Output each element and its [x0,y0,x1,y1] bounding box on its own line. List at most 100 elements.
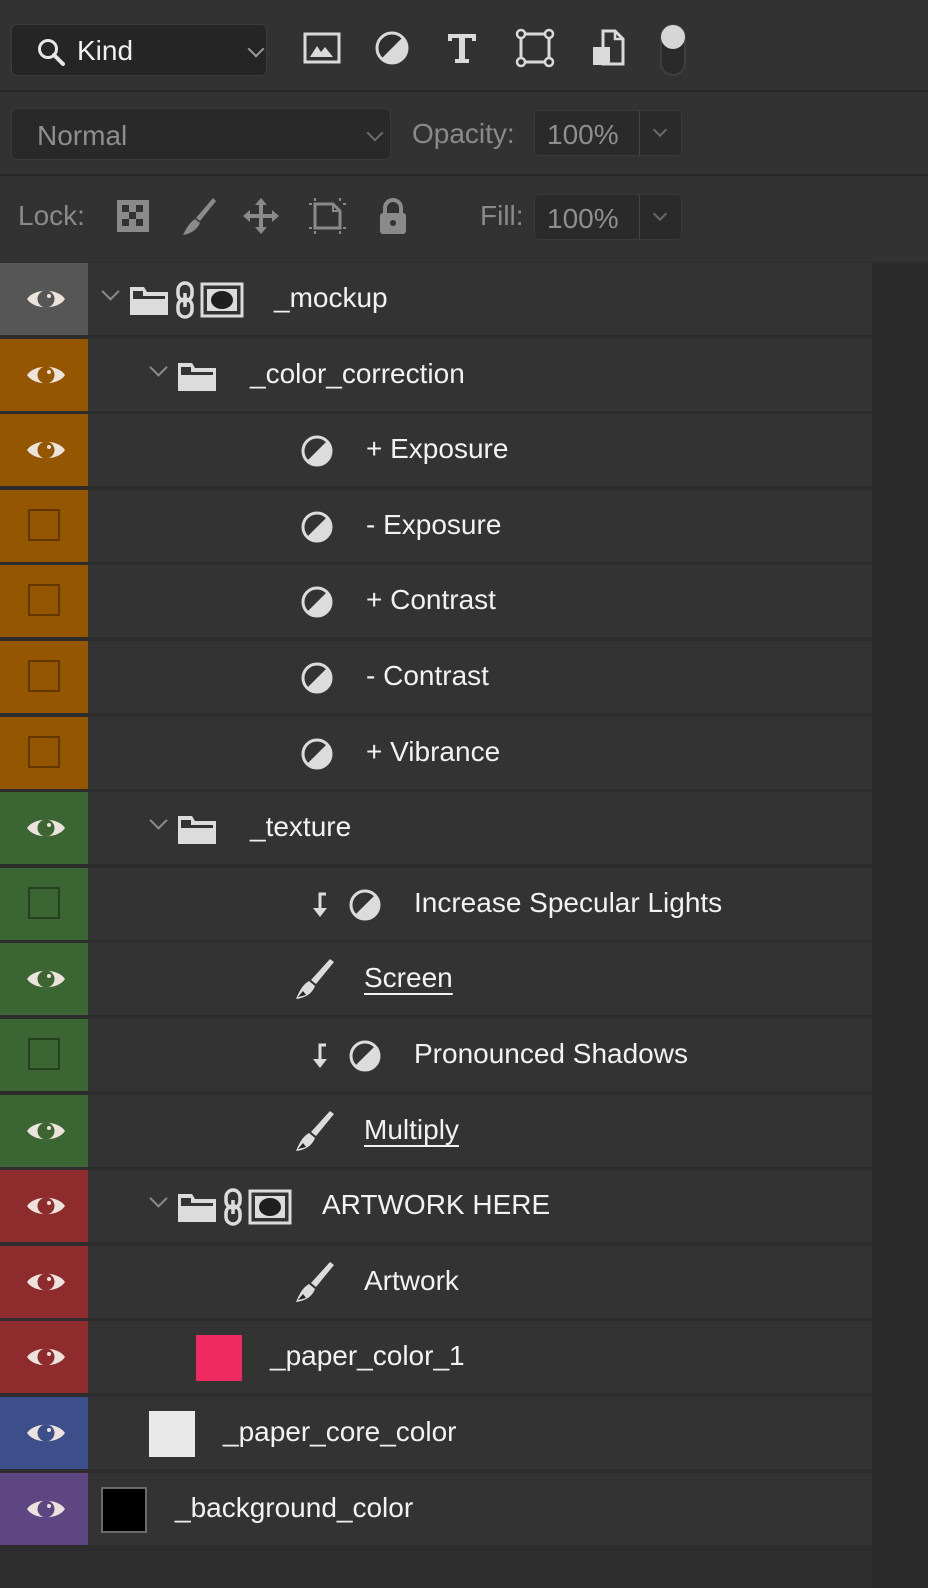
link-icon[interactable] [174,280,196,325]
visibility-toggle[interactable] [0,716,88,789]
layer-row[interactable]: + Vibrance [0,716,872,790]
layer-row[interactable]: _color_correction [0,338,872,412]
layer-name[interactable]: - Contrast [366,660,489,692]
color-fill-thumbnail[interactable] [196,1335,242,1382]
folder-icon [176,359,218,398]
layer-name[interactable]: + Contrast [366,584,496,616]
layers-scrollbar-track[interactable] [872,263,928,1588]
layer-name[interactable]: Multiply [364,1114,459,1146]
lock-image-pixels-icon[interactable] [180,196,220,236]
layer-row[interactable]: + Contrast [0,565,872,639]
fill-label: Fill: [480,200,524,231]
folder-icon [176,1190,218,1229]
layer-row[interactable]: _background_color [0,1472,872,1546]
layer-name[interactable]: _background_color [175,1492,413,1524]
type-layer-filter-icon[interactable] [442,28,482,68]
visibility-toggle[interactable] [0,943,88,1016]
layer-row[interactable]: Pronounced Shadows [0,1018,872,1092]
color-fill-thumbnail[interactable] [101,1486,147,1533]
visibility-toggle[interactable] [0,489,88,562]
layer-row[interactable]: _texture [0,792,872,866]
layer-name[interactable]: _paper_core_color [223,1416,457,1448]
layer-name[interactable]: Screen [364,962,453,994]
layer-name[interactable]: ARTWORK HERE [322,1189,550,1221]
opacity-field[interactable]: 100% [534,110,682,156]
layer-mask-thumbnail[interactable] [200,282,244,323]
eye-icon [27,1273,65,1291]
visibility-toggle[interactable] [0,640,88,713]
pixel-layer-filter-icon[interactable] [302,28,342,68]
brush-layer-icon [294,1260,336,1309]
expand-chevron-icon[interactable] [149,811,168,830]
layer-row[interactable]: + Exposure [0,414,872,488]
expand-chevron-icon[interactable] [149,357,168,377]
layer-name[interactable]: + Exposure [366,433,508,465]
visibility-toggle[interactable] [0,263,88,335]
adjustment-layer-icon [348,1039,382,1078]
layer-content: + Exposure [88,414,872,486]
layer-row[interactable]: - Contrast [0,640,872,714]
visibility-toggle[interactable] [0,1018,88,1091]
color-fill-thumbnail[interactable] [149,1410,195,1457]
layer-row[interactable]: _mockup [0,263,872,336]
smart-object-filter-icon[interactable] [588,28,628,68]
hidden-visibility-box [28,735,60,768]
lock-position-icon[interactable] [241,196,281,236]
filter-kind-select[interactable]: Kind [11,24,267,76]
fill-dropdown-chevron-icon[interactable] [652,206,668,222]
opacity-dropdown-chevron-icon[interactable] [652,122,668,138]
adjustment-layer-filter-icon[interactable] [372,28,412,68]
fill-field[interactable]: 100% [534,194,682,240]
layer-row[interactable]: _paper_color_1 [0,1321,872,1395]
visibility-toggle[interactable] [0,1245,88,1318]
eye-icon [27,290,65,308]
fill-value: 100% [547,203,619,234]
visibility-toggle[interactable] [0,338,88,411]
layer-filter-bar: Kind [0,0,928,92]
opacity-label: Opacity: [412,118,515,149]
visibility-toggle[interactable] [0,1170,88,1243]
visibility-toggle[interactable] [0,414,88,487]
folder-icon [128,283,170,322]
visibility-toggle[interactable] [0,867,88,940]
expand-chevron-icon[interactable] [101,282,120,301]
layer-row[interactable]: Increase Specular Lights [0,867,872,941]
visibility-toggle[interactable] [0,792,88,865]
link-icon[interactable] [222,1187,244,1232]
layer-row[interactable]: Multiply [0,1094,872,1168]
shape-layer-filter-icon[interactable] [515,28,555,68]
layer-name[interactable]: Artwork [364,1265,459,1297]
layer-mask-thumbnail[interactable] [248,1189,292,1230]
expand-chevron-icon[interactable] [149,1189,168,1208]
layer-name[interactable]: _color_correction [250,358,465,390]
filter-toggle-switch[interactable] [660,24,686,76]
layer-name[interactable]: _mockup [274,282,388,314]
blend-mode-select[interactable]: Normal [11,108,391,160]
visibility-toggle[interactable] [0,565,88,638]
layer-name[interactable]: _texture [250,811,351,843]
layer-row[interactable]: Artwork [0,1245,872,1319]
visibility-toggle[interactable] [0,1094,88,1167]
visibility-toggle[interactable] [0,1396,88,1469]
layer-content: _background_color [88,1473,872,1545]
lock-all-icon[interactable] [373,196,413,236]
layer-name[interactable]: _paper_color_1 [270,1340,465,1372]
layer-name[interactable]: + Vibrance [366,736,500,768]
layer-name[interactable]: Pronounced Shadows [414,1038,688,1070]
layer-name[interactable]: - Exposure [366,509,501,541]
layer-row[interactable]: Screen [0,943,872,1017]
visibility-toggle[interactable] [0,1472,88,1545]
lock-transparent-pixels-icon[interactable] [113,196,153,236]
eye-icon [27,819,65,837]
layer-row[interactable]: ARTWORK HERE [0,1170,872,1244]
layer-content: _color_correction [88,339,872,411]
clipping-mask-arrow-icon [310,1041,332,1076]
layer-row[interactable]: _paper_core_color [0,1396,872,1470]
visibility-toggle[interactable] [0,1321,88,1394]
eye-icon [27,1197,65,1215]
layer-name[interactable]: Increase Specular Lights [414,887,722,919]
lock-artboard-icon[interactable] [307,196,347,236]
clipping-mask-arrow-icon [310,890,332,925]
layer-row[interactable]: - Exposure [0,489,872,563]
eye-icon [27,366,65,384]
